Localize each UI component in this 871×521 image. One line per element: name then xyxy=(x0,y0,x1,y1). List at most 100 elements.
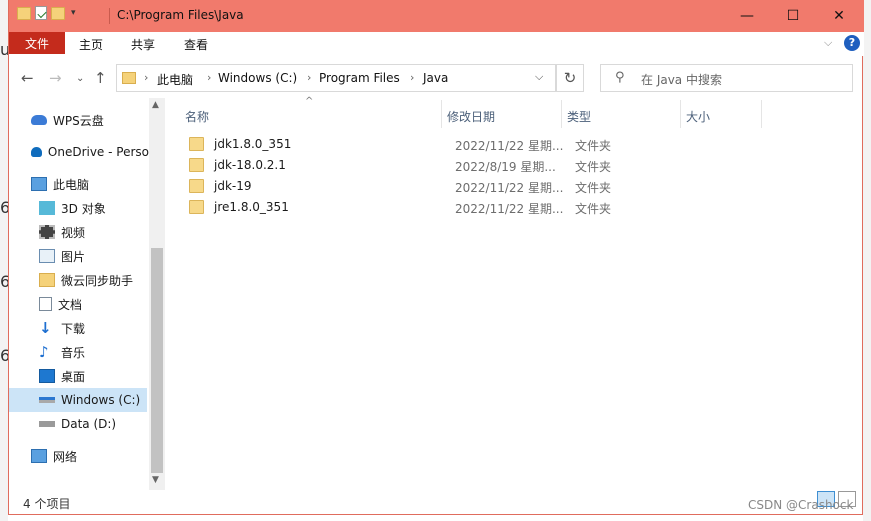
file-row[interactable]: jdk-19 2022/11/22 星期... 文件夹 xyxy=(175,176,864,197)
desktop-icon xyxy=(39,369,55,383)
breadcrumb-separator[interactable]: › xyxy=(207,71,211,84)
breadcrumb-this-pc[interactable]: 此电脑 xyxy=(157,71,193,88)
maximize-button[interactable]: ☐ xyxy=(770,0,816,32)
navigation-bar: ← → ⌄ ↑ › 此电脑 › Windows (C:) › Program F… xyxy=(9,58,864,98)
nav-item-windows-c[interactable]: Windows (C:) xyxy=(9,388,147,412)
folder-icon xyxy=(189,158,204,172)
back-arrow-icon[interactable]: ← xyxy=(21,69,34,87)
drive-c-icon xyxy=(39,397,55,403)
nav-item-music[interactable]: ♪ 音乐 xyxy=(39,341,85,363)
cloud-icon xyxy=(31,115,47,125)
column-header-name[interactable]: 名称 xyxy=(185,108,209,125)
help-icon[interactable]: ? xyxy=(844,35,860,51)
file-date: 2022/11/22 星期... xyxy=(455,139,564,153)
scroll-down-icon[interactable]: ▼ xyxy=(152,475,159,485)
column-divider[interactable] xyxy=(680,100,681,128)
tab-view[interactable]: 查看 xyxy=(184,36,208,53)
breadcrumb-windows-c[interactable]: Windows (C:) xyxy=(218,71,297,85)
up-arrow-icon[interactable]: ↑ xyxy=(94,69,107,87)
nav-item-desktop[interactable]: 桌面 xyxy=(39,365,85,387)
file-row[interactable]: jre1.8.0_351 2022/11/22 星期... 文件夹 xyxy=(175,197,864,218)
column-header-row: ^ 名称 修改日期 类型 大小 xyxy=(175,96,864,130)
title-separator xyxy=(109,8,110,24)
nav-item-weiyun[interactable]: 微云同步助手 xyxy=(39,269,133,291)
explorer-window: ▾ C:\Program Files\Java — ☐ ✕ 文件 主页 共享 查… xyxy=(8,0,864,515)
file-type: 文件夹 xyxy=(575,181,612,195)
watermark: CSDN @Crashock xyxy=(748,498,854,512)
folder-icon xyxy=(189,137,204,151)
nav-item-pictures[interactable]: 图片 xyxy=(39,245,85,267)
search-icon: ⚲ xyxy=(615,70,625,85)
breadcrumb-separator[interactable]: › xyxy=(144,71,148,84)
column-header-size[interactable]: 大小 xyxy=(686,108,710,125)
search-input[interactable]: ⚲ 在 Java 中搜索 xyxy=(600,64,853,92)
file-row[interactable]: jdk-18.0.2.1 2022/8/19 星期... 文件夹 xyxy=(175,155,864,176)
address-bar[interactable]: › 此电脑 › Windows (C:) › Program Files › J… xyxy=(116,64,556,92)
nav-item-3d-objects[interactable]: 3D 对象 xyxy=(39,197,106,219)
column-divider[interactable] xyxy=(761,100,762,128)
onedrive-icon xyxy=(31,147,42,157)
weiyun-icon xyxy=(39,273,55,287)
breadcrumb-separator[interactable]: › xyxy=(410,71,414,84)
status-item-count: 4 个项目 xyxy=(23,497,71,511)
nav-item-downloads[interactable]: ↓ 下载 xyxy=(39,317,85,339)
computer-icon xyxy=(31,177,47,191)
column-divider[interactable] xyxy=(561,100,562,128)
nav-item-onedrive[interactable]: OneDrive - Perso xyxy=(31,141,149,163)
customize-dropdown-icon[interactable]: ▾ xyxy=(71,8,76,18)
background-window-right xyxy=(863,0,871,521)
nav-scrollbar[interactable]: ▲ ▼ xyxy=(149,98,165,490)
forward-arrow-icon[interactable]: → xyxy=(49,69,62,87)
file-name: jdk-19 xyxy=(214,179,252,193)
pictures-icon xyxy=(39,249,55,263)
tab-home[interactable]: 主页 xyxy=(79,36,103,53)
nav-item-wps-cloud[interactable]: WPS云盘 xyxy=(31,109,104,131)
ribbon-tabs: 文件 主页 共享 查看 ⌵ ? xyxy=(9,32,864,56)
column-divider[interactable] xyxy=(441,100,442,128)
navigation-pane: WPS云盘 OneDrive - Perso 此电脑 3D 对象 视频 图片 微… xyxy=(9,98,165,490)
recent-locations-icon[interactable]: ⌄ xyxy=(76,73,84,84)
breadcrumb-separator[interactable]: › xyxy=(307,71,311,84)
nav-item-videos[interactable]: 视频 xyxy=(39,221,85,243)
quick-access-toolbar: ▾ xyxy=(17,6,76,20)
3d-objects-icon xyxy=(39,201,55,215)
tab-share[interactable]: 共享 xyxy=(131,36,155,53)
nav-item-this-pc[interactable]: 此电脑 xyxy=(31,173,89,195)
tab-file[interactable]: 文件 xyxy=(9,32,65,54)
file-name: jdk1.8.0_351 xyxy=(214,137,292,151)
music-icon: ♪ xyxy=(39,343,49,361)
folder-icon[interactable] xyxy=(17,6,31,20)
file-type: 文件夹 xyxy=(575,160,612,174)
column-header-type[interactable]: 类型 xyxy=(567,108,591,125)
refresh-button[interactable]: ↻ xyxy=(556,64,584,92)
address-dropdown-icon[interactable]: ⌵ xyxy=(535,70,543,84)
expand-ribbon-icon[interactable]: ⌵ xyxy=(824,36,832,50)
file-date: 2022/8/19 星期... xyxy=(455,160,556,174)
background-window-left: u 6 6 6 xyxy=(0,0,10,521)
refresh-icon: ↻ xyxy=(563,69,577,87)
breadcrumb-program-files[interactable]: Program Files xyxy=(319,71,400,85)
file-name: jre1.8.0_351 xyxy=(214,200,289,214)
folder-icon xyxy=(189,200,204,214)
search-placeholder: 在 Java 中搜索 xyxy=(641,73,722,87)
minimize-button[interactable]: — xyxy=(724,0,770,32)
nav-item-network[interactable]: 网络 xyxy=(31,445,77,467)
close-button[interactable]: ✕ xyxy=(816,0,862,32)
file-type: 文件夹 xyxy=(575,139,612,153)
video-icon xyxy=(39,225,55,239)
breadcrumb-java[interactable]: Java xyxy=(423,71,448,85)
nav-item-data-d[interactable]: Data (D:) xyxy=(39,413,116,435)
properties-icon[interactable] xyxy=(35,6,47,20)
nav-item-documents[interactable]: 文档 xyxy=(39,293,82,315)
scrollbar-thumb[interactable] xyxy=(151,248,163,473)
file-row[interactable]: jdk1.8.0_351 2022/11/22 星期... 文件夹 xyxy=(175,134,864,155)
network-icon xyxy=(31,449,47,463)
column-header-date[interactable]: 修改日期 xyxy=(447,108,495,125)
new-folder-icon[interactable] xyxy=(51,6,65,20)
file-name: jdk-18.0.2.1 xyxy=(214,158,286,172)
scroll-up-icon[interactable]: ▲ xyxy=(152,100,159,110)
window-title: C:\Program Files\Java xyxy=(117,8,244,22)
documents-icon xyxy=(39,297,52,311)
download-icon: ↓ xyxy=(39,319,52,337)
folder-icon xyxy=(122,72,136,84)
